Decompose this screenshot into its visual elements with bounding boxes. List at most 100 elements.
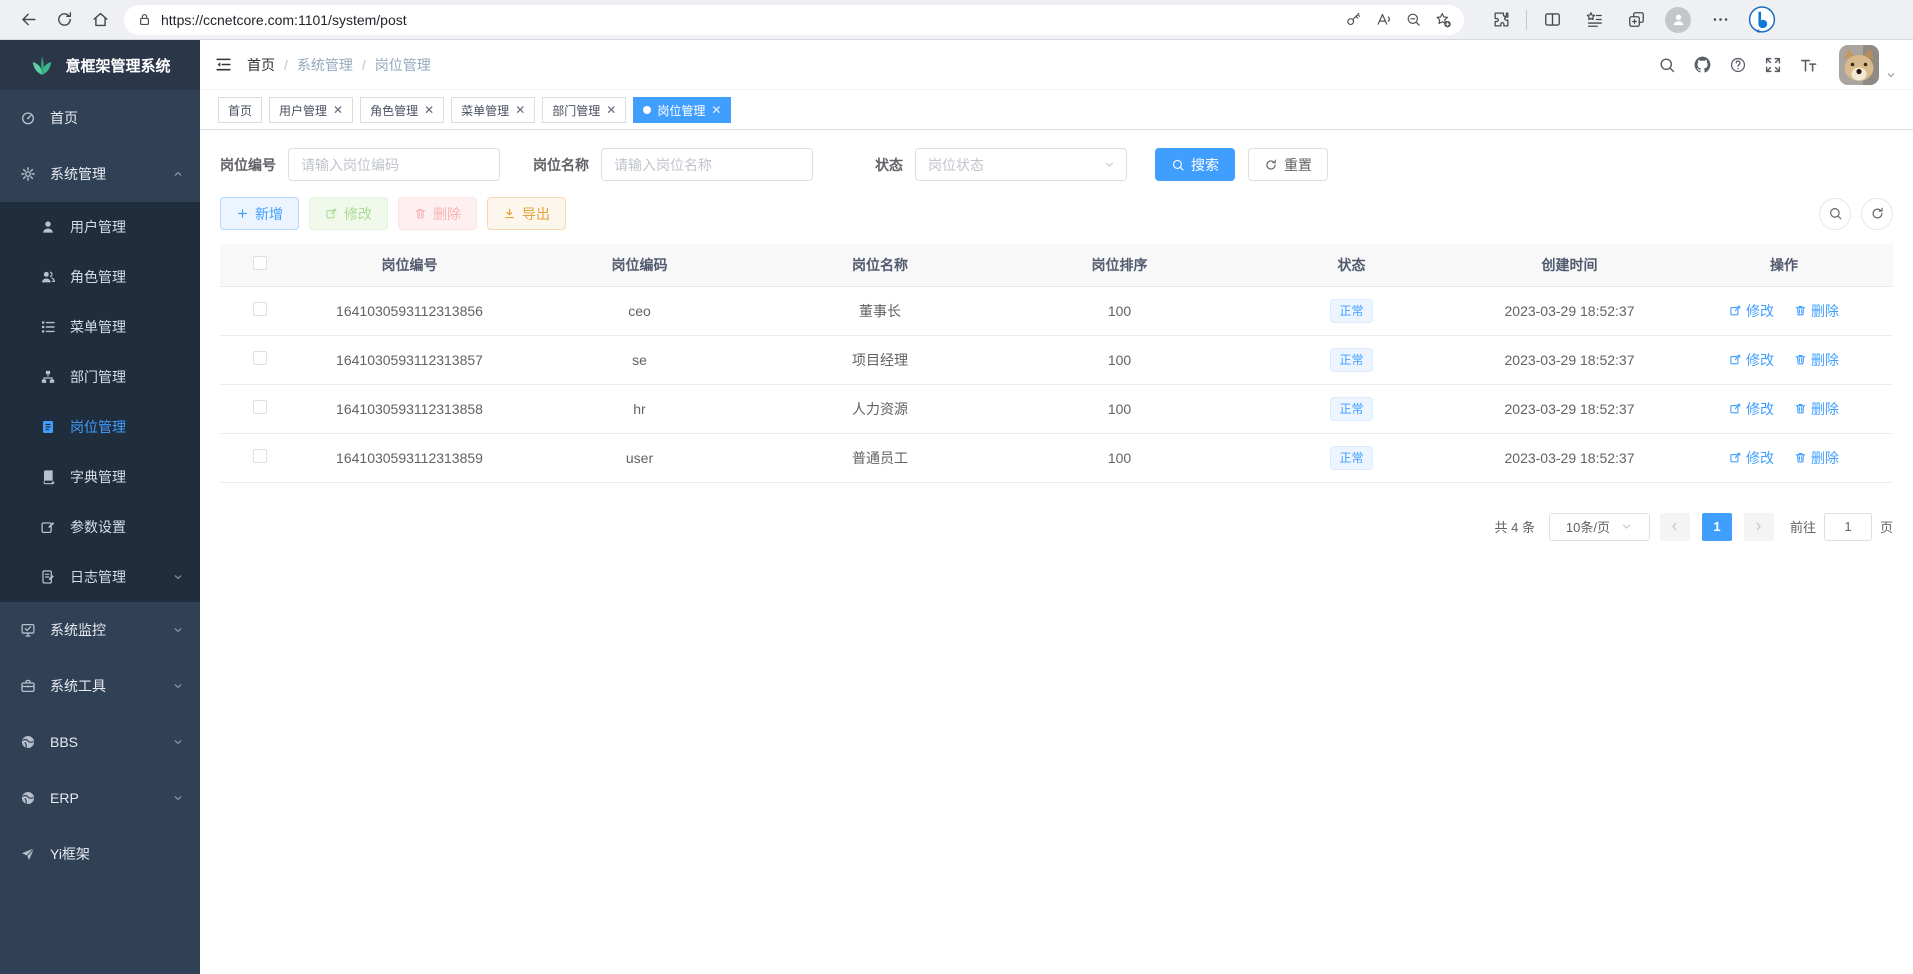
password-key-button[interactable] — [1338, 7, 1368, 33]
breadcrumb-item[interactable]: 首页 — [247, 55, 275, 75]
status-badge: 正常 — [1330, 348, 1372, 372]
row-edit-link[interactable]: 修改 — [1729, 350, 1774, 370]
hamburger-fold-icon — [214, 55, 233, 74]
sidebar-item-erp[interactable]: ERP — [0, 770, 200, 826]
back-arrow-icon — [19, 10, 38, 29]
extensions-button[interactable] — [1484, 4, 1518, 36]
row-edit-link[interactable]: 修改 — [1729, 399, 1774, 419]
tab-close-icon[interactable]: ✕ — [606, 104, 616, 116]
tab-menu[interactable]: 菜单管理 ✕ — [451, 97, 535, 123]
row-delete-link[interactable]: 删除 — [1794, 350, 1839, 370]
select-all-checkbox[interactable] — [253, 256, 267, 270]
sidebar-item-tool[interactable]: 系统工具 — [0, 658, 200, 714]
created-time-cell: 2023-03-29 18:52:37 — [1464, 335, 1675, 384]
header-search-button[interactable] — [1658, 56, 1676, 74]
split-screen-button[interactable] — [1535, 4, 1569, 36]
row-edit-link[interactable]: 修改 — [1729, 301, 1774, 321]
post-code-cell: user — [519, 433, 760, 482]
sidebar-item-post[interactable]: 岗位管理 — [0, 402, 200, 452]
sidebar-item-dept[interactable]: 部门管理 — [0, 352, 200, 402]
tab-close-icon[interactable]: ✕ — [333, 104, 343, 116]
plus-icon — [236, 207, 249, 220]
breadcrumb-separator: / — [284, 57, 288, 73]
globe-icon — [20, 734, 36, 750]
reset-button[interactable]: 重置 — [1248, 148, 1328, 181]
collections-button[interactable] — [1577, 4, 1611, 36]
post-name-cell: 人力资源 — [760, 384, 1000, 433]
search-button[interactable]: 搜索 — [1155, 148, 1235, 181]
sidebar-item-menu[interactable]: 菜单管理 — [0, 302, 200, 352]
sidebar-item-yi[interactable]: Yi框架 — [0, 826, 200, 882]
page-size-select[interactable]: 10条/页 — [1549, 513, 1650, 541]
sidebar-item-dict[interactable]: 字典管理 — [0, 452, 200, 502]
sidebar-logo[interactable]: 意框架管理系统 — [0, 40, 200, 90]
browser-back-button[interactable] — [10, 4, 46, 36]
row-actions-cell: 修改 删除 — [1675, 433, 1893, 482]
sidebar-item-label: 岗位管理 — [70, 417, 184, 437]
page-jumper: 前往 页 — [1790, 513, 1893, 541]
row-delete-link[interactable]: 删除 — [1794, 448, 1839, 468]
browser-menu-button[interactable] — [1703, 4, 1737, 36]
tab-home[interactable]: 首页 — [218, 97, 262, 123]
tab-role[interactable]: 角色管理 ✕ — [360, 97, 444, 123]
sidebar-item-config[interactable]: 参数设置 — [0, 502, 200, 552]
row-checkbox[interactable] — [253, 351, 267, 365]
status-select[interactable]: 岗位状态 — [915, 148, 1127, 181]
user-menu[interactable] — [1839, 45, 1897, 85]
row-checkbox[interactable] — [253, 302, 267, 316]
row-edit-link[interactable]: 修改 — [1729, 448, 1774, 468]
post-name-input[interactable] — [601, 148, 813, 181]
sidebar-item-log[interactable]: 日志管理 — [0, 552, 200, 602]
browser-refresh-button[interactable] — [46, 4, 82, 36]
bing-chat-button[interactable] — [1745, 4, 1779, 36]
fullscreen-button[interactable] — [1764, 56, 1782, 74]
page-number-button[interactable]: 1 — [1702, 513, 1732, 541]
add-button[interactable]: 新增 — [220, 197, 299, 230]
sidebar-item-bbs[interactable]: BBS — [0, 714, 200, 770]
delete-button[interactable]: 删除 — [398, 197, 477, 230]
post-id-cell: 1641030593112313858 — [300, 384, 519, 433]
read-aloud-icon — [1375, 11, 1392, 28]
tab-close-icon[interactable]: ✕ — [515, 104, 525, 116]
prev-page-button[interactable] — [1660, 513, 1690, 541]
tab-user[interactable]: 用户管理 ✕ — [269, 97, 353, 123]
post-code-input[interactable] — [288, 148, 500, 181]
browser-profile-button[interactable] — [1661, 4, 1695, 36]
edit-button[interactable]: 修改 — [309, 197, 388, 230]
tab-close-icon[interactable]: ✕ — [711, 104, 721, 116]
tab-close-icon[interactable]: ✕ — [424, 104, 434, 116]
url-text[interactable]: https://ccnetcore.com:1101/system/post — [161, 12, 1338, 28]
goto-page-input[interactable] — [1824, 513, 1872, 541]
zoom-out-button[interactable] — [1398, 7, 1428, 33]
table-row: 1641030593112313858 hr 人力资源 100 正常 2023-… — [220, 384, 1893, 433]
row-delete-link[interactable]: 删除 — [1794, 399, 1839, 419]
tab-copy-button[interactable] — [1619, 4, 1653, 36]
help-button[interactable] — [1729, 56, 1747, 74]
export-button[interactable]: 导出 — [487, 197, 566, 230]
read-aloud-button[interactable] — [1368, 7, 1398, 33]
row-delete-link[interactable]: 删除 — [1794, 301, 1839, 321]
github-icon — [1693, 55, 1712, 74]
row-checkbox[interactable] — [253, 400, 267, 414]
sidebar-item-user[interactable]: 用户管理 — [0, 202, 200, 252]
row-checkbox[interactable] — [253, 449, 267, 463]
pen-icon — [1729, 451, 1742, 464]
browser-home-button[interactable] — [82, 4, 118, 36]
column-header: 岗位名称 — [760, 244, 1000, 286]
main-area: 首页/系统管理/岗位管理 — [200, 40, 1913, 974]
github-button[interactable] — [1693, 55, 1712, 74]
star-plus-icon — [1434, 11, 1452, 29]
refresh-table-button[interactable] — [1861, 198, 1893, 230]
font-size-button[interactable] — [1799, 55, 1818, 74]
sidebar-item-monitor[interactable]: 系统监控 — [0, 602, 200, 658]
sidebar-fold-button[interactable] — [214, 55, 233, 74]
favorite-button[interactable] — [1428, 7, 1458, 33]
sidebar-item-system[interactable]: 系统管理 — [0, 146, 200, 202]
address-bar[interactable]: https://ccnetcore.com:1101/system/post — [124, 5, 1464, 35]
sidebar-item-home[interactable]: 首页 — [0, 90, 200, 146]
show-search-toggle-button[interactable] — [1819, 198, 1851, 230]
tab-post[interactable]: 岗位管理 ✕ — [633, 97, 731, 123]
sidebar-item-role[interactable]: 角色管理 — [0, 252, 200, 302]
tab-dept[interactable]: 部门管理 ✕ — [542, 97, 626, 123]
next-page-button[interactable] — [1744, 513, 1774, 541]
